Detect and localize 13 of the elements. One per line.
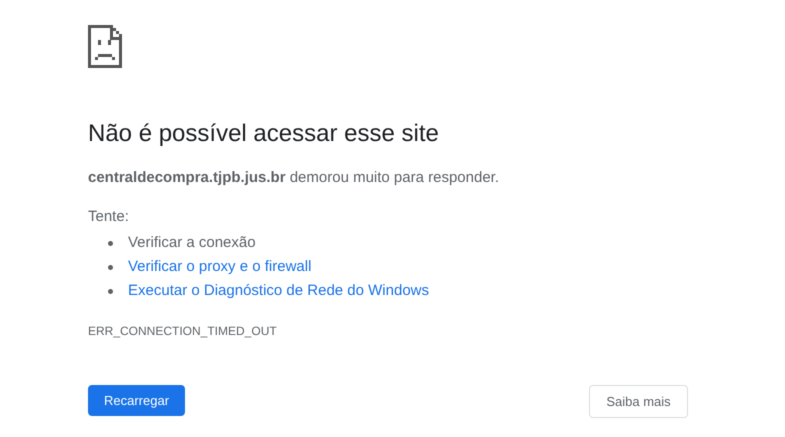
suggestion-link[interactable]: Executar o Diagnóstico de Rede do Windows (128, 280, 429, 302)
sad-page-icon (88, 25, 122, 68)
error-heading: Não é possível acessar esse site (88, 120, 440, 148)
error-code: ERR_CONNECTION_TIMED_OUT (88, 323, 278, 339)
suggestions-label: Tente: (88, 207, 130, 227)
suggestion-text: Verificar a conexão (128, 232, 256, 253)
suggestion-link[interactable]: Verificar o proxy e o firewall (128, 256, 312, 278)
reload-button[interactable]: Recarregar (88, 385, 186, 416)
error-description: centraldecompra.tjpb.jus.br demorou muito para responder. (88, 168, 500, 188)
bullet-icon (108, 288, 113, 294)
bullet-icon (108, 240, 113, 246)
learn-more-button[interactable]: Saiba mais (589, 385, 688, 418)
bullet-icon (108, 264, 113, 270)
